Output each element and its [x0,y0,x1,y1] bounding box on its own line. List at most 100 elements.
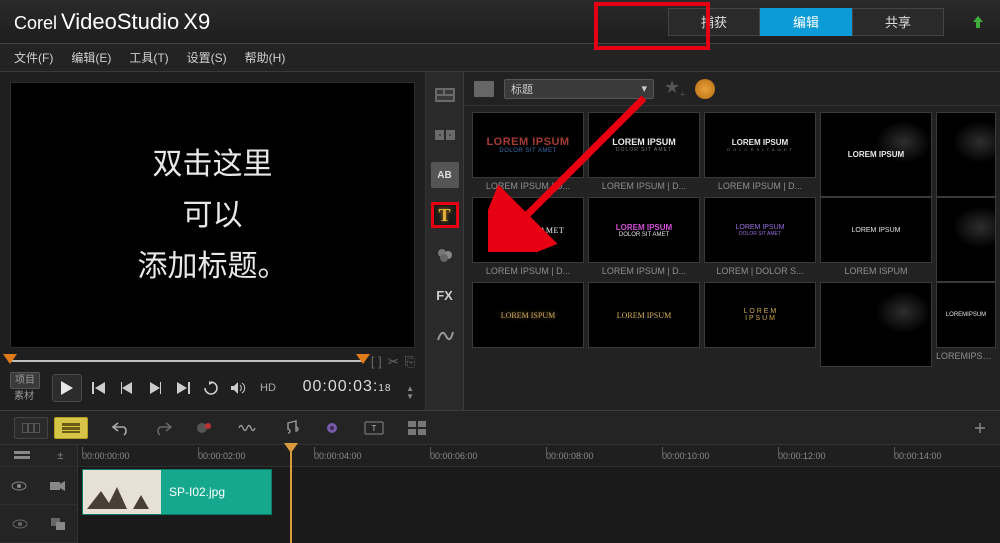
timecode-display[interactable]: 00:00:03:18 ▲▼ [303,376,415,401]
menu-help[interactable]: 帮助(H) [245,49,286,66]
preview-line1: 双击这里 [138,139,288,190]
title-preset[interactable]: LOREM IPSUMDOLOR SIT AMET LOREM IPSUM | … [588,112,700,197]
thumb-text: DOLOR SIT AMET [616,232,672,238]
content-store-icon[interactable] [695,79,715,99]
mode-clip[interactable]: 素材 [10,389,40,404]
zoom-slider[interactable] [974,422,986,434]
overlay-track-icon[interactable] [51,518,65,530]
ab-icon[interactable]: AB [431,162,459,188]
subtitle-button[interactable]: T [364,421,384,435]
ruler-mark: 00:00:00:00 [82,451,188,461]
motion-track-button[interactable] [324,420,340,436]
clip-icon[interactable]: ⎘ [405,354,415,370]
scissors-icon[interactable]: ✂ [388,354,399,370]
repeat-button[interactable] [200,377,222,399]
title-preset[interactable]: LOREM IPSUMDOLOR SIT AMET LOREM IPSUM | … [588,197,700,282]
next-frame-button[interactable] [144,377,166,399]
upload-icon[interactable] [970,14,986,30]
scrub-bar[interactable]: [ ] ✂ ⎘ [10,354,415,368]
track-area[interactable]: SP-I02.jpg [78,467,1000,543]
thumb-caption: LOREM IPSUM | D... [588,266,700,276]
title-preset[interactable] [820,282,932,367]
menu-file[interactable]: 文件(F) [14,49,53,66]
preview-line3: 添加标题。 [138,241,288,292]
clip-filename: SP-I02.jpg [161,485,225,499]
graphic-icon[interactable] [431,242,459,268]
undo-button[interactable] [112,420,130,436]
ruler-mark: 00:00:06:00 [430,451,536,461]
video-track-icon[interactable] [50,480,66,492]
title-preset[interactable]: L O R E MI P S U M [704,282,816,367]
prev-frame-button[interactable] [116,377,138,399]
gallery-icon[interactable] [474,81,494,97]
ruler-mark: 00:00:02:00 [198,451,304,461]
mark-in-handle[interactable] [3,354,17,364]
thumb-caption: LOREM IPSUM | D... [472,181,584,191]
visibility-icon[interactable] [12,519,28,529]
fx-icon[interactable]: FX [431,282,459,308]
audio-mixer-button[interactable] [238,421,258,435]
add-track-icon[interactable]: ± [57,450,63,462]
title-preset[interactable]: LOREM IPSUM [588,282,700,367]
svg-text:T: T [372,424,377,433]
playback-mode[interactable]: 项目 素材 [10,372,40,404]
brand-core: Corel [14,13,57,34]
title-preset[interactable]: DOLOR SIT AMET LOREM IPSUM | D... [472,197,584,282]
playhead[interactable] [290,445,292,543]
storyboard-view-button[interactable] [14,417,48,439]
path-icon[interactable] [431,322,459,348]
menu-edit[interactable]: 编辑(E) [71,49,111,66]
visibility-icon[interactable] [11,481,27,491]
timeline-tracks: SP-I02.jpg [0,467,1000,543]
timeline-clip[interactable]: SP-I02.jpg [82,469,272,515]
ruler-mark: 00:00:08:00 [546,451,652,461]
thumb-text: DOLOR SIT AMET [735,231,784,237]
media-icon[interactable] [431,82,459,108]
auto-music-button[interactable] [282,420,300,436]
mode-project[interactable]: 项目 [10,372,40,389]
volume-button[interactable] [228,377,250,399]
tab-share[interactable]: 共享 [852,8,944,36]
title-preset[interactable]: LOREMIPSUM LOREMIPSUM [936,282,996,367]
play-button[interactable] [52,374,82,402]
title-preset[interactable]: LOREM IPSUM [936,112,996,197]
thumb-caption: LOREM IPSUM | D... [588,181,700,191]
title-preset[interactable]: LOREM IPSUMD O L O R S I T A M E T LOREM… [704,112,816,197]
title-icon[interactable]: T [431,202,459,228]
tab-edit[interactable]: 编辑 [760,8,852,36]
title-preset[interactable]: LOREM IPSUM LOREM IPSUM | D... [820,112,932,197]
go-start-button[interactable] [88,377,110,399]
menu-settings[interactable]: 设置(S) [187,49,227,66]
timecode-stepper[interactable]: ▲▼ [406,385,415,401]
library-dropdown[interactable]: 标题▾ [504,79,654,99]
menu-tools[interactable]: 工具(T) [129,49,168,66]
redo-button[interactable] [154,420,172,436]
multicam-button[interactable] [408,421,426,435]
mark-out-handle[interactable] [356,354,370,364]
bracket-icon[interactable]: [ ] [371,354,382,370]
transition-icon[interactable] [431,122,459,148]
title-bar: Corel VideoStudio X9 捕获 编辑 共享 [0,0,1000,44]
tab-capture[interactable]: 捕获 [668,8,760,36]
preview-viewport[interactable]: 双击这里 可以 添加标题。 [10,82,415,348]
brand-version: X9 [183,9,210,35]
title-preset[interactable]: LOREM IPSUMDOLOR SIT AMET LOREM IPSUM | … [472,112,584,197]
brand: Corel VideoStudio X9 [14,9,210,35]
track-toggle-icon[interactable] [14,451,30,461]
title-preset[interactable]: LOREM IPSUM LOREM ISPUM [820,197,932,282]
timeline-ruler[interactable]: ± 00:00:00:00 00:00:02:00 00:00:04:00 00… [0,445,1000,467]
title-preset[interactable]: LOREM ISPUM [472,282,584,367]
favorite-icon[interactable]: ★+ [664,77,685,100]
ruler-mark: 00:00:14:00 [894,451,1000,461]
title-preset[interactable]: LOREM IPSUM [936,197,996,282]
timeline-view-button[interactable] [54,417,88,439]
thumb-text: D O L O R S I T A M E T [727,147,793,152]
timecode-value: 00:00:03: [303,378,379,395]
thumb-text: LOREMIPSUM [946,312,986,318]
go-end-button[interactable] [172,377,194,399]
title-preset[interactable]: LOREM IPSUMDOLOR SIT AMET LOREM | DOLOR … [704,197,816,282]
hd-toggle[interactable]: HD [260,382,276,394]
chevron-down-icon: ▾ [641,82,647,95]
timeline-panel: T ± 00:00:00:00 00:00:02:00 00:00:04:00 … [0,410,1000,543]
record-button[interactable] [196,420,214,436]
